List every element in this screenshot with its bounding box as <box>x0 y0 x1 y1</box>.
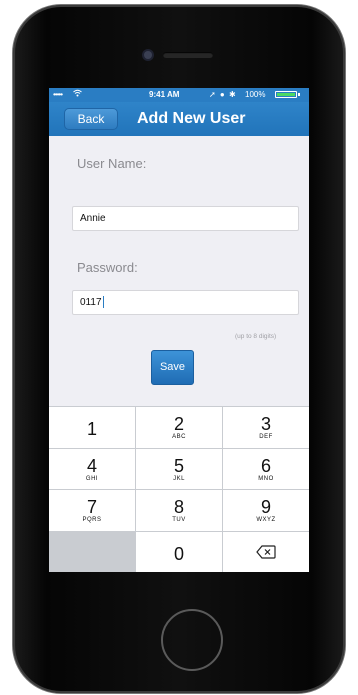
camera-icon <box>144 51 152 59</box>
delete-key[interactable] <box>223 531 309 572</box>
home-button[interactable] <box>161 609 223 671</box>
key-seven[interactable]: 7 PQRS <box>49 490 135 531</box>
key-digit: 2 <box>173 414 184 434</box>
username-value: Annie <box>80 213 106 224</box>
navigation-bar: Back Add New User <box>49 102 309 136</box>
password-value: 0117 <box>80 297 102 308</box>
password-label: Password: <box>77 260 138 275</box>
numeric-keypad: 1 2 ABC 3 DEF 4 GHI 5 JKL 6 MNO 7 PQRS 8 TUV 9 WXYZ 0 <box>49 406 309 572</box>
password-hint: (up to 8 digits) <box>235 333 277 340</box>
speaker-grille <box>163 52 213 58</box>
backspace-icon <box>256 538 276 564</box>
username-field[interactable]: Annie <box>72 206 299 231</box>
battery-percent: 100% <box>245 90 266 99</box>
save-button[interactable]: Save <box>151 350 194 385</box>
key-letters: PQRS <box>82 517 102 523</box>
status-icons: ➚ ● ✱ <box>209 90 237 99</box>
key-letters: GHI <box>85 475 99 482</box>
key-nine[interactable]: 9 WXYZ <box>223 490 309 531</box>
wifi-icon <box>73 89 82 99</box>
text-cursor <box>102 296 104 309</box>
password-field[interactable]: 0117 <box>72 290 299 315</box>
key-letters: ABC <box>172 434 186 440</box>
key-eight[interactable]: 8 TUV <box>136 490 222 531</box>
status-time: 9:41 AM <box>149 90 180 99</box>
key-digit: 1 <box>86 419 97 439</box>
key-digit: 0 <box>173 543 184 564</box>
key-four[interactable]: 4 GHI <box>49 448 135 489</box>
key-digit: 8 <box>173 497 184 517</box>
status-bar: ••••• 9:41 AM ➚ ● ✱ 100% <box>49 88 309 102</box>
key-two[interactable]: 2 ABC <box>136 407 222 448</box>
key-letters: TUV <box>172 517 186 523</box>
key-three[interactable]: 3 DEF <box>223 407 309 448</box>
key-one[interactable]: 1 <box>49 407 135 448</box>
signal-icon: ••••• <box>53 90 63 99</box>
key-digit: 5 <box>173 455 184 476</box>
key-letters: MNO <box>258 475 274 482</box>
key-zero[interactable]: 0 <box>136 531 222 572</box>
back-button[interactable]: Back <box>64 108 118 130</box>
key-digit: 7 <box>86 497 97 517</box>
screen: ••••• 9:41 AM ➚ ● ✱ 100% Back Add New Us… <box>49 88 309 572</box>
key-digit: 3 <box>260 414 271 434</box>
page-title: Add New User <box>137 110 246 127</box>
battery-icon <box>275 91 297 98</box>
key-digit: 4 <box>86 455 97 476</box>
key-digit: 9 <box>260 497 271 517</box>
key-six[interactable]: 6 MNO <box>223 448 309 489</box>
key-blank <box>49 531 135 572</box>
key-letters: WXYZ <box>256 517 276 523</box>
username-label: User Name: <box>77 156 147 171</box>
battery-tip <box>298 93 300 96</box>
key-letters: DEF <box>259 434 273 440</box>
key-five[interactable]: 5 JKL <box>136 448 222 489</box>
key-digit: 6 <box>260 455 271 476</box>
key-letters: JKL <box>173 475 185 482</box>
